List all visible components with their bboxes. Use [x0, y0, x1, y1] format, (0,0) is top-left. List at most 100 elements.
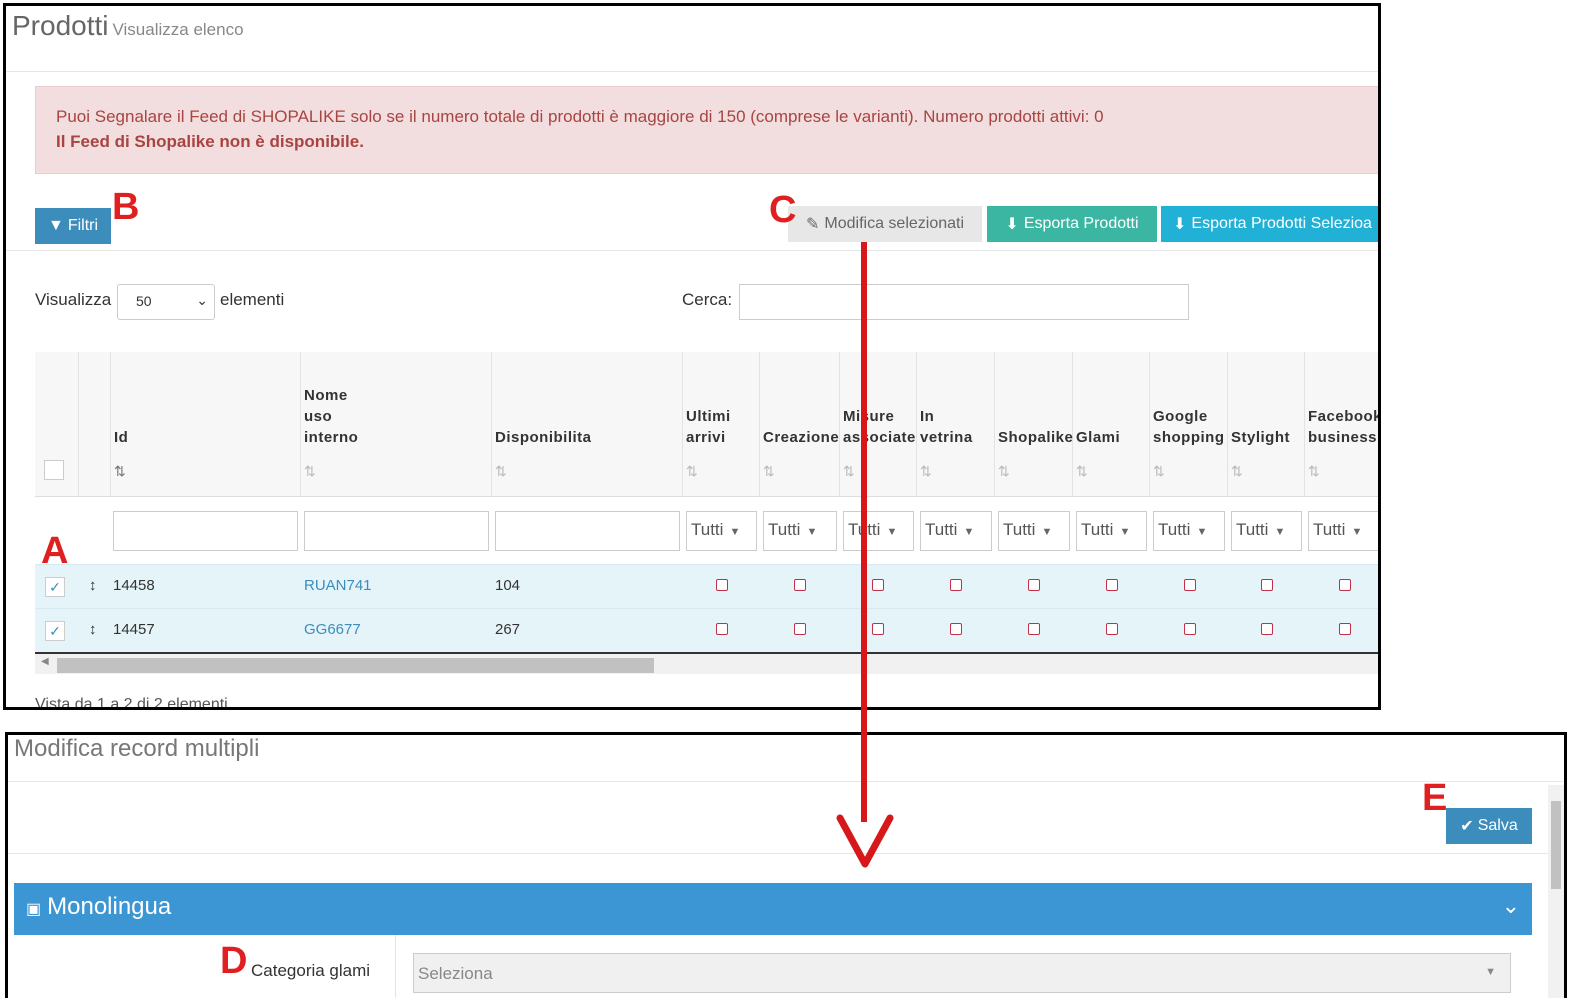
scroll-left-icon[interactable]: ◀	[41, 656, 49, 667]
search-input[interactable]	[739, 284, 1189, 320]
cell-name-link[interactable]: GG6677	[304, 621, 361, 638]
flag-checkbox[interactable]	[950, 623, 962, 635]
filter-glami-select[interactable]: Tutti ▼	[1076, 511, 1147, 551]
filter-google-select[interactable]: Tutti ▼	[1153, 511, 1225, 551]
sort-icon[interactable]: ⇅	[1153, 463, 1165, 480]
filter-created-select[interactable]: Tutti ▼	[763, 511, 837, 551]
flag-checkbox[interactable]	[1106, 623, 1118, 635]
table-row[interactable]: ✓ ↕ 14457 GG6677 267	[35, 608, 1378, 652]
col-facebook[interactable]: Facebook business ⇅	[1305, 352, 1378, 496]
caret-down-icon: ▼	[729, 526, 741, 538]
row-checkbox[interactable]: ✓	[45, 621, 65, 641]
flag-checkbox[interactable]	[872, 623, 884, 635]
col-sizes-label: Misure associate	[843, 408, 916, 446]
col-id-label: Id	[114, 429, 129, 446]
filter-name-input[interactable]	[304, 511, 489, 551]
filter-icon: ▼	[47, 217, 64, 234]
export-products-button[interactable]: ⬇ Esporta Prodotti	[987, 206, 1157, 242]
annotation-b: B	[112, 186, 140, 228]
col-google[interactable]: Google shopping ⇅	[1150, 352, 1228, 496]
categoria-glami-select[interactable]: Seleziona ▼	[413, 953, 1511, 993]
flag-checkbox[interactable]	[1261, 623, 1273, 635]
flag-checkbox[interactable]	[1028, 623, 1040, 635]
annotation-d: D	[220, 940, 248, 982]
page-length-select[interactable]: 50 ⌄	[117, 284, 215, 320]
row-checkbox[interactable]: ✓	[45, 577, 65, 597]
col-stylight[interactable]: Stylight ⇅	[1228, 352, 1305, 496]
chevron-down-icon[interactable]: ⌄	[1502, 893, 1520, 919]
save-button[interactable]: ✔ Salva	[1446, 808, 1532, 844]
vertical-scrollbar[interactable]	[1548, 785, 1564, 998]
filter-facebook-select[interactable]: Tutti ▼	[1308, 511, 1378, 551]
filter-showcase-select[interactable]: Tutti ▼	[920, 511, 992, 551]
edit-selected-button[interactable]: ✎ Modifica selezionati	[788, 206, 982, 242]
col-glami[interactable]: Glami ⇅	[1073, 352, 1150, 496]
caret-down-icon: ▼	[806, 526, 818, 538]
sort-icon[interactable]: ⇅	[495, 463, 507, 480]
sort-icon[interactable]: ⇅	[304, 463, 316, 480]
flag-checkbox[interactable]	[1339, 623, 1351, 635]
sort-icon[interactable]: ⇅	[1231, 463, 1243, 480]
table-row[interactable]: ✓ ↕ 14458 RUAN741 104	[35, 564, 1378, 608]
sort-icon[interactable]: ⇅	[843, 463, 855, 480]
sort-desc-icon[interactable]: ⇅	[114, 463, 126, 480]
section-header-monolingua[interactable]: ▣ Monolingua ⌄	[14, 883, 1532, 935]
horizontal-scrollbar[interactable]: ◀	[35, 652, 1378, 674]
cell-id: 14457	[113, 621, 155, 638]
scroll-thumb[interactable]	[1551, 801, 1561, 889]
scroll-thumb[interactable]	[57, 658, 654, 673]
sort-icon[interactable]: ⇅	[920, 463, 932, 480]
cell-stock: 267	[495, 621, 521, 638]
flag-checkbox[interactable]	[716, 579, 728, 591]
sort-icon[interactable]: ⇅	[1308, 463, 1320, 480]
drag-handle-icon[interactable]: ↕	[89, 577, 97, 594]
drag-handle-icon[interactable]: ↕	[89, 621, 97, 638]
sort-icon[interactable]: ⇅	[686, 463, 698, 480]
products-pane: Prodotti Visualizza elenco Puoi Segnalare…	[3, 3, 1381, 710]
filter-latest-select[interactable]: Tutti ▼	[686, 511, 757, 551]
col-id[interactable]: Id ⇅	[111, 352, 301, 496]
annotation-e: E	[1422, 777, 1448, 819]
flag-checkbox[interactable]	[1339, 579, 1351, 591]
filters-button[interactable]: ▼ Filtri	[35, 208, 111, 244]
caret-down-icon: ▼	[886, 526, 898, 538]
filter-sizes-select[interactable]: Tutti▼	[843, 511, 914, 551]
filter-shopalike-select[interactable]: Tutti ▼	[998, 511, 1070, 551]
flag-checkbox[interactable]	[872, 579, 884, 591]
flag-checkbox[interactable]	[716, 623, 728, 635]
select-placeholder: Seleziona	[418, 964, 493, 983]
col-name[interactable]: Nome uso interno ⇅	[301, 352, 492, 496]
flag-checkbox[interactable]	[794, 579, 806, 591]
select-all-checkbox[interactable]	[44, 460, 64, 480]
length-suffix: elementi	[220, 290, 285, 309]
flag-checkbox[interactable]	[1261, 579, 1273, 591]
sort-icon[interactable]: ⇅	[998, 463, 1010, 480]
sort-icon[interactable]: ⇅	[763, 463, 775, 480]
filter-value: Tutti	[1236, 520, 1269, 539]
flag-checkbox[interactable]	[950, 579, 962, 591]
cell-name-link[interactable]: RUAN741	[304, 577, 372, 594]
col-showcase[interactable]: In vetrina ⇅	[917, 352, 995, 496]
col-stock[interactable]: Disponibilita ⇅	[492, 352, 683, 496]
flag-checkbox[interactable]	[794, 623, 806, 635]
check-icon: ✔	[1460, 818, 1474, 835]
alert-line-1: Puoi Segnalare il Feed di SHOPALIKE solo…	[56, 107, 1104, 126]
flag-checkbox[interactable]	[1184, 623, 1196, 635]
export-selected-button[interactable]: ⬇ Esporta Prodotti Selezioa	[1161, 206, 1378, 242]
col-sizes[interactable]: Misure associate ⇅	[840, 352, 917, 496]
cell-id: 14458	[113, 577, 155, 594]
col-select-all	[35, 352, 79, 496]
filter-id-input[interactable]	[113, 511, 298, 551]
col-shopalike[interactable]: Shopalike ⇅	[995, 352, 1073, 496]
search-label: Cerca:	[682, 290, 733, 309]
flag-checkbox[interactable]	[1028, 579, 1040, 591]
col-created[interactable]: Creazione ⇅	[760, 352, 840, 496]
col-drag	[79, 352, 111, 496]
flag-checkbox[interactable]	[1106, 579, 1118, 591]
filter-stock-input[interactable]	[495, 511, 680, 551]
col-latest[interactable]: Ultimi arrivi ⇅	[683, 352, 760, 496]
filter-stylight-select[interactable]: Tutti ▼	[1231, 511, 1302, 551]
flag-checkbox[interactable]	[1184, 579, 1196, 591]
caret-down-icon: ▼	[1351, 526, 1363, 538]
sort-icon[interactable]: ⇅	[1076, 463, 1088, 480]
